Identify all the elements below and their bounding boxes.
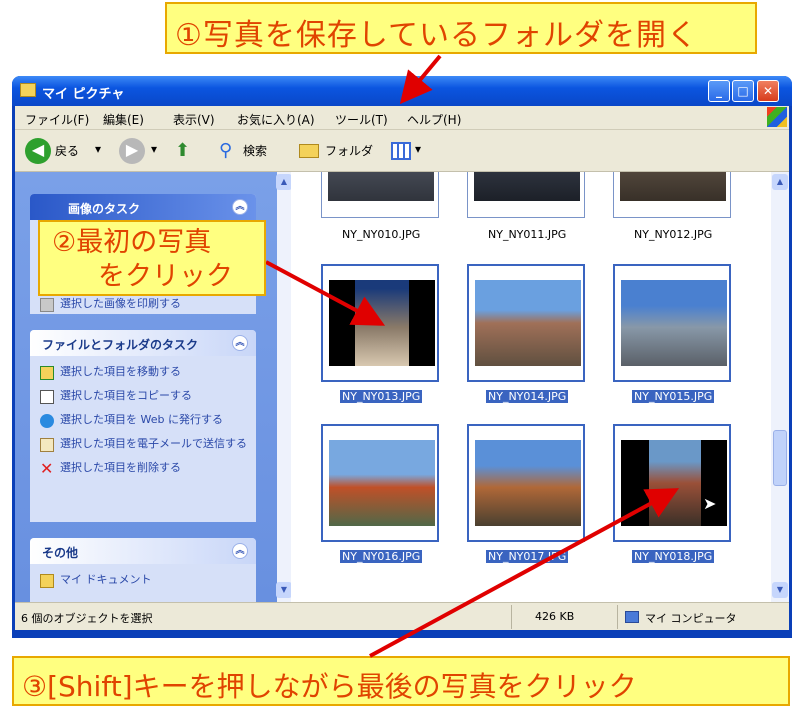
filename-ny012[interactable]: NY_NY012.JPG [634,228,712,241]
filename-ny018[interactable]: NY_NY018.JPG [632,550,715,563]
task-delete[interactable]: ✕ 選択した項目を削除する [30,459,256,478]
mail-icon [40,438,54,452]
other-places-box: その他 ︽ マイ ドキュメント [30,538,256,602]
file-tasks-title: ファイルとフォルダのタスク [42,338,199,352]
file-view: NY_NY010.JPG NY_NY011.JPG NY_NY012.JPG N… [291,172,771,602]
documents-folder-icon [40,574,54,588]
collapse-icon[interactable]: ︽ [232,335,248,351]
scroll-up-icon[interactable]: ▲ [276,174,292,190]
status-size: 426 KB [535,610,575,623]
menu-bar: ファイル(F) 編集(E) 表示(V) お気に入り(A) ツール(T) ヘルプ(… [15,106,789,130]
title-bar[interactable]: マイ ピクチャ _ □ ✕ [12,76,792,106]
move-icon [40,366,54,380]
task-pane-scrollbar[interactable]: ▲ ▼ [276,172,292,602]
step2-line2: をクリック [98,261,233,292]
scroll-up-icon[interactable]: ▲ [772,174,788,190]
status-selection: 6 個のオブジェクトを選択 [21,612,153,625]
filename-ny011[interactable]: NY_NY011.JPG [488,228,566,241]
filename-ny017[interactable]: NY_NY017.JPG [486,550,569,563]
scroll-down-icon[interactable]: ▼ [276,582,292,598]
place-my-documents[interactable]: マイ ドキュメント [30,573,256,588]
menu-view[interactable]: 表示(V) [173,111,215,128]
up-folder-icon[interactable]: ⬆ [175,140,193,162]
close-button[interactable]: ✕ [757,80,779,102]
scroll-down-icon[interactable]: ▼ [772,582,788,598]
other-places-title: その他 [42,546,79,560]
task-copy[interactable]: 選択した項目をコピーする [30,389,256,404]
place-my-documents-label: マイ ドキュメント [60,573,152,586]
scroll-thumb[interactable] [773,430,787,486]
mouse-cursor-icon: ➤ [703,494,717,513]
thumbnail-ny012[interactable] [613,172,731,218]
explorer-window: マイ ピクチャ _ □ ✕ ファイル(F) 編集(E) 表示(V) お気に入り(… [12,76,792,638]
toolbar: ◀ 戻る ▾ ▶ ▾ ⬆ ⚲ 検索 フォルダ ▾ [15,130,789,172]
back-dropdown-icon[interactable]: ▾ [95,142,101,156]
folders-button-label[interactable]: フォルダ [325,142,373,159]
task-copy-label: 選択した項目をコピーする [60,389,192,402]
window-title: マイ ピクチャ [42,87,125,102]
task-email-label: 選択した項目を電子メールで送信する [60,437,247,450]
views-icon[interactable] [391,142,411,160]
picture-tasks-header[interactable]: 画像のタスク ︽ [30,194,256,220]
maximize-button[interactable]: □ [732,80,754,102]
thumbnail-ny014[interactable] [467,264,585,382]
file-tasks-box: ファイルとフォルダのタスク ︽ 選択した項目を移動する 選択した項目をコピーする… [30,330,256,522]
status-bar: 6 個のオブジェクトを選択 426 KB マイ コンピュータ [15,602,789,630]
search-icon[interactable]: ⚲ [219,140,232,161]
filename-ny013[interactable]: NY_NY013.JPG [340,390,423,403]
thumbnail-ny011[interactable] [467,172,585,218]
views-dropdown-icon[interactable]: ▾ [415,142,421,156]
thumbnail-ny010[interactable] [321,172,439,218]
task-publish-label: 選択した項目を Web に発行する [60,413,223,426]
other-places-header[interactable]: その他 ︽ [30,538,256,564]
back-button-label[interactable]: 戻る [55,142,79,159]
step2-callout: ②最初の写真 をクリック [38,220,266,296]
task-move-label: 選択した項目を移動する [60,365,181,378]
windows-logo-icon [767,107,787,127]
task-email[interactable]: 選択した項目を電子メールで送信する [30,437,256,452]
menu-file[interactable]: ファイル(F) [25,111,89,128]
web-icon [40,414,54,428]
delete-icon: ✕ [40,459,54,478]
thumbnail-ny017[interactable] [467,424,585,542]
folders-icon[interactable] [299,144,319,158]
task-move[interactable]: 選択した項目を移動する [30,365,256,380]
filename-ny010[interactable]: NY_NY010.JPG [342,228,420,241]
thumbnail-ny015[interactable] [613,264,731,382]
step2-line1: ②最初の写真 [52,227,212,258]
computer-icon [625,611,639,623]
task-publish[interactable]: 選択した項目を Web に発行する [30,413,256,428]
menu-favorites[interactable]: お気に入り(A) [237,111,315,128]
menu-edit[interactable]: 編集(E) [103,111,144,128]
filename-ny014[interactable]: NY_NY014.JPG [486,390,569,403]
collapse-icon[interactable]: ︽ [232,199,248,215]
step3-callout: ③[Shift]キーを押しながら最後の写真をクリック [12,656,790,706]
forward-icon[interactable]: ▶ [119,138,145,164]
picture-tasks-title: 画像のタスク [68,202,141,216]
menu-tools[interactable]: ツール(T) [335,111,388,128]
printer-icon [40,298,54,312]
collapse-icon[interactable]: ︽ [232,543,248,559]
task-print-label: 選択した画像を印刷する [60,297,181,310]
minimize-button[interactable]: _ [708,80,730,102]
thumbnail-ny013[interactable] [321,264,439,382]
thumbnail-ny016[interactable] [321,424,439,542]
step1-callout: ①写真を保存しているフォルダを開く [165,2,757,54]
menu-help[interactable]: ヘルプ(H) [407,111,461,128]
folder-icon [20,83,36,97]
status-location: マイ コンピュータ [645,612,737,625]
search-button-label[interactable]: 検索 [243,142,267,159]
file-tasks-header[interactable]: ファイルとフォルダのタスク ︽ [30,330,256,356]
filename-ny016[interactable]: NY_NY016.JPG [340,550,423,563]
forward-dropdown-icon[interactable]: ▾ [151,142,157,156]
copy-icon [40,390,54,404]
task-delete-label: 選択した項目を削除する [60,461,181,474]
task-print[interactable]: 選択した画像を印刷する [30,297,256,312]
thumbnail-ny018[interactable]: ➤ [613,424,731,542]
back-icon[interactable]: ◀ [25,138,51,164]
file-view-scrollbar[interactable]: ▲ ▼ [771,172,789,602]
filename-ny015[interactable]: NY_NY015.JPG [632,390,715,403]
